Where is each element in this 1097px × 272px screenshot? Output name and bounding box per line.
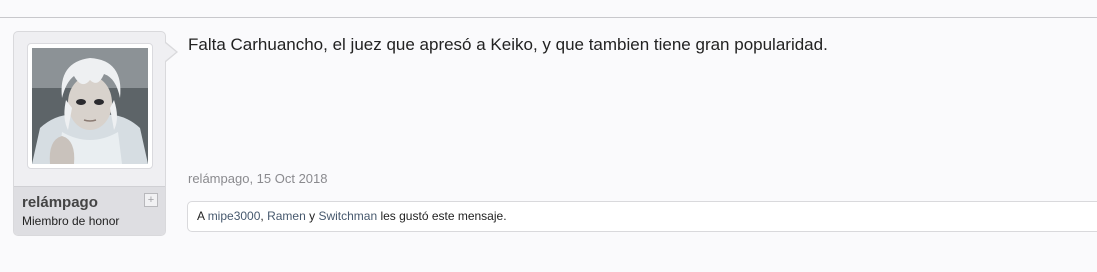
avatar-image [32,48,148,164]
meta-date[interactable]: 15 Oct 2018 [257,171,328,186]
message-text: Falta Carhuancho, el juez que apresó a K… [188,35,828,54]
like-user-link[interactable]: mipe3000 [208,209,261,223]
speech-arrow-fill [165,43,176,61]
likes-separator: y [305,209,319,223]
likes-summary: A mipe3000, Ramen y Switchman les gustó … [187,201,1097,232]
like-user-link[interactable]: Ramen [267,209,306,223]
user-panel: relámpago Miembro de honor + [13,31,166,236]
user-title: Miembro de honor [22,214,120,228]
meta-separator: , [249,171,257,186]
like-user-link[interactable]: Switchman [318,209,377,223]
message-meta: relámpago, 15 Oct 2018 [188,171,328,186]
username[interactable]: relámpago [22,194,98,211]
likes-suffix: les gustó este mensaje. [377,209,507,223]
user-info: relámpago Miembro de honor + [14,186,165,235]
top-divider [0,17,1097,18]
avatar[interactable] [27,43,153,169]
expand-user-info-button[interactable]: + [144,193,158,207]
meta-author[interactable]: relámpago [188,171,249,186]
likes-prefix: A [197,209,208,223]
